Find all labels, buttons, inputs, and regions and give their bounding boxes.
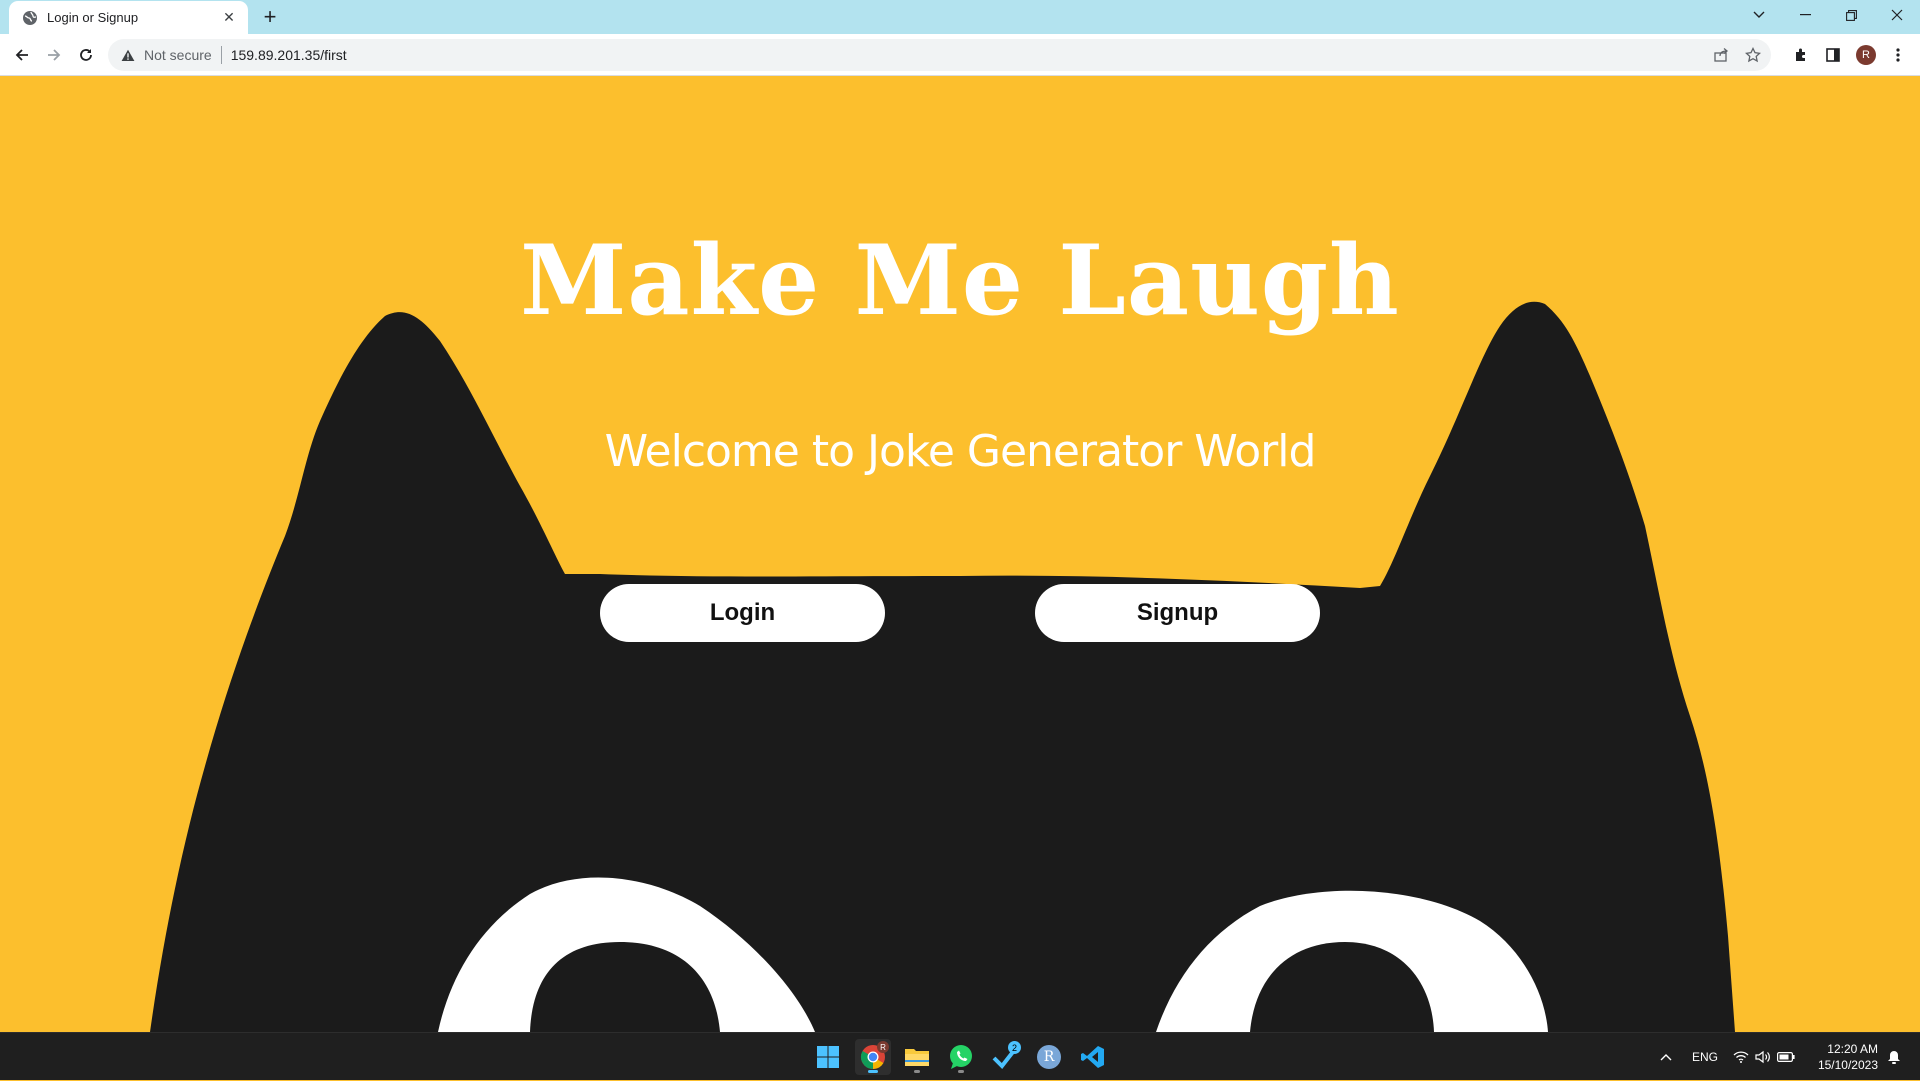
chrome-profile-badge: R xyxy=(877,1041,889,1053)
minimize-icon[interactable] xyxy=(1782,0,1828,30)
close-window-icon[interactable] xyxy=(1874,0,1920,30)
show-hidden-icons-icon[interactable] xyxy=(1656,1033,1676,1081)
system-clock[interactable]: 12:20 AM 15/10/2023 xyxy=(1818,1041,1878,1073)
menu-icon[interactable] xyxy=(1884,41,1912,69)
new-tab-button[interactable]: + xyxy=(258,4,282,29)
r-app-label: R xyxy=(1037,1045,1061,1069)
volume-icon[interactable] xyxy=(1754,1033,1772,1081)
tab-strip: Login or Signup ✕ + xyxy=(0,0,1920,34)
file-explorer-icon[interactable] xyxy=(899,1039,935,1075)
landing-page: Make Me Laugh Welcome to Joke Generator … xyxy=(0,76,1920,1032)
vscode-icon[interactable] xyxy=(1075,1039,1111,1075)
forward-icon[interactable] xyxy=(40,41,68,69)
signup-button[interactable]: Signup xyxy=(1035,584,1320,642)
windows-taskbar: R 2 R ENG 12:20 AM 15/10/2023 xyxy=(0,1032,1920,1080)
active-indicator xyxy=(868,1070,878,1073)
language-indicator[interactable]: ENG xyxy=(1692,1033,1718,1081)
clock-date: 15/10/2023 xyxy=(1817,1058,1878,1072)
notification-badge: 2 xyxy=(1008,1041,1021,1054)
steam-icon[interactable]: 2 xyxy=(987,1039,1023,1075)
tab-login-or-signup[interactable]: Login or Signup ✕ xyxy=(9,1,248,34)
page-title: Make Me Laugh xyxy=(520,224,1400,337)
battery-icon[interactable] xyxy=(1776,1033,1796,1081)
page-subtitle: Welcome to Joke Generator World xyxy=(604,426,1317,477)
login-button[interactable]: Login xyxy=(600,584,885,642)
reload-icon[interactable] xyxy=(72,41,100,69)
wifi-icon[interactable] xyxy=(1732,1033,1750,1081)
warning-icon[interactable] xyxy=(120,47,136,63)
extensions-icon[interactable] xyxy=(1787,41,1815,69)
browser-toolbar: Not secure 159.89.201.35/first R xyxy=(0,34,1920,76)
profile-avatar[interactable]: R xyxy=(1852,41,1880,69)
share-icon[interactable] xyxy=(1707,41,1735,69)
running-indicator xyxy=(914,1070,920,1073)
address-bar[interactable]: Not secure 159.89.201.35/first xyxy=(108,39,1771,71)
whatsapp-icon[interactable] xyxy=(943,1039,979,1075)
running-indicator xyxy=(958,1070,964,1073)
url-text[interactable]: 159.89.201.35/first xyxy=(231,47,1707,63)
cat-illustration xyxy=(150,301,1735,1032)
start-icon[interactable] xyxy=(810,1039,846,1075)
divider xyxy=(220,46,222,64)
security-label[interactable]: Not secure xyxy=(144,47,212,63)
avatar: R xyxy=(1856,45,1876,65)
r-app-icon[interactable]: R xyxy=(1031,1039,1067,1075)
restore-icon[interactable] xyxy=(1828,0,1874,30)
back-icon[interactable] xyxy=(8,41,36,69)
bookmark-star-icon[interactable] xyxy=(1739,41,1767,69)
chrome-icon[interactable]: R xyxy=(855,1039,891,1075)
globe-icon xyxy=(21,9,39,27)
tab-title: Login or Signup xyxy=(47,10,139,25)
notification-bell-icon[interactable] xyxy=(1884,1033,1904,1081)
tab-close-icon[interactable]: ✕ xyxy=(220,9,238,27)
side-panel-icon[interactable] xyxy=(1819,41,1847,69)
tab-search-icon[interactable] xyxy=(1736,0,1782,30)
clock-time: 12:20 AM xyxy=(1827,1042,1878,1056)
